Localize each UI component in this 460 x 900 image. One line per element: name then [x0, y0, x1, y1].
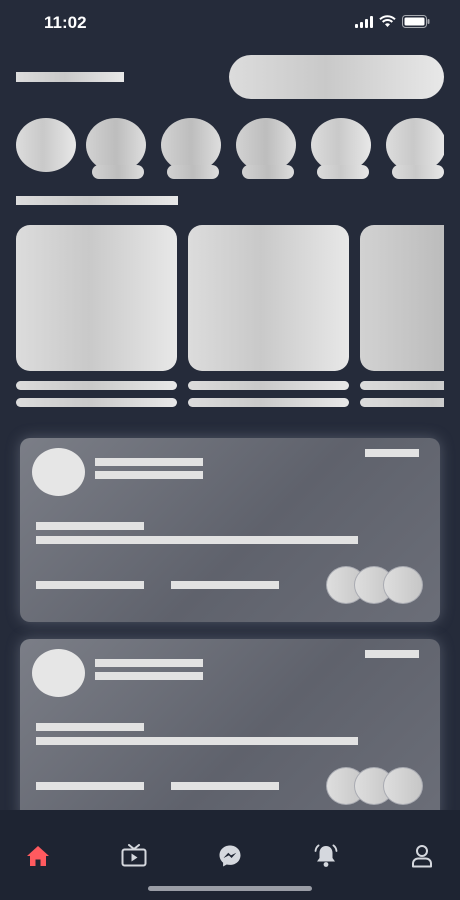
- post-text-placeholder: [36, 737, 358, 745]
- participant-avatars[interactable]: [326, 767, 424, 805]
- story-label-placeholder: [167, 165, 219, 179]
- author-meta-placeholder: [95, 672, 203, 680]
- nav-home[interactable]: [25, 843, 51, 869]
- post-meta-placeholder: [171, 782, 279, 790]
- nav-messages[interactable]: [217, 843, 243, 869]
- product-subtitle-placeholder: [188, 398, 349, 407]
- story-item[interactable]: [161, 118, 221, 179]
- tv-icon: [121, 844, 147, 867]
- status-time: 11:02: [44, 13, 87, 32]
- post-meta-placeholder: [171, 581, 279, 589]
- avatar-placeholder: [32, 649, 85, 697]
- participant-avatars[interactable]: [326, 566, 424, 604]
- post-title-placeholder: [36, 522, 144, 530]
- post-meta-placeholder: [36, 782, 144, 790]
- messenger-icon: [219, 845, 241, 867]
- story-avatar-placeholder: [236, 118, 296, 172]
- product-title-placeholder: [360, 381, 444, 390]
- avatar-placeholder: [32, 448, 85, 496]
- product-subtitle-placeholder: [16, 398, 177, 407]
- status-bar: 11:02: [0, 0, 460, 44]
- story-item[interactable]: [311, 118, 371, 179]
- post-title-placeholder: [36, 723, 144, 731]
- signal-icon: [355, 15, 373, 28]
- story-avatar-placeholder: [86, 118, 146, 172]
- story-item[interactable]: [236, 118, 296, 179]
- post-text-placeholder: [36, 536, 358, 544]
- product-image-placeholder: [360, 225, 444, 371]
- nav-notifications[interactable]: [313, 843, 339, 869]
- title-placeholder: [16, 72, 124, 82]
- story-avatar-placeholder: [16, 118, 76, 172]
- wifi-icon: [379, 15, 396, 27]
- story-label-placeholder: [242, 165, 294, 179]
- home-indicator[interactable]: [148, 886, 312, 891]
- story-item[interactable]: [86, 118, 146, 179]
- product-title-placeholder: [16, 381, 177, 390]
- story-label-placeholder: [92, 165, 144, 179]
- battery-icon: [402, 15, 430, 28]
- story-item[interactable]: [386, 118, 444, 182]
- story-avatar-placeholder: [311, 118, 371, 172]
- timestamp-placeholder: [365, 449, 419, 457]
- product-card[interactable]: [188, 225, 349, 407]
- nav-watch[interactable]: [121, 843, 147, 869]
- product-image-placeholder: [16, 225, 177, 371]
- product-title-placeholder: [188, 381, 349, 390]
- story-label-placeholder: [317, 165, 369, 179]
- story-label-placeholder: [392, 165, 444, 179]
- author-name-placeholder: [95, 659, 203, 667]
- product-card[interactable]: [360, 225, 444, 415]
- bell-icon: [314, 844, 338, 867]
- nav-profile[interactable]: [409, 843, 435, 869]
- story-avatar-placeholder: [161, 118, 221, 172]
- feed-card[interactable]: [20, 438, 440, 622]
- story-avatar-placeholder: [386, 118, 444, 172]
- product-image-placeholder: [188, 225, 349, 371]
- home-icon: [27, 846, 49, 866]
- post-meta-placeholder: [36, 581, 144, 589]
- profile-icon: [412, 845, 432, 868]
- author-name-placeholder: [95, 458, 203, 466]
- product-subtitle-placeholder: [360, 398, 444, 407]
- search-placeholder[interactable]: [229, 55, 444, 99]
- timestamp-placeholder: [365, 650, 419, 658]
- participant-avatar-placeholder: [383, 767, 423, 805]
- story-item[interactable]: [16, 118, 76, 172]
- feed-card[interactable]: [20, 639, 440, 823]
- section-title-placeholder: [16, 196, 178, 205]
- status-icons: [355, 15, 430, 28]
- product-card[interactable]: [16, 225, 177, 407]
- author-meta-placeholder: [95, 471, 203, 479]
- participant-avatar-placeholder: [383, 566, 423, 604]
